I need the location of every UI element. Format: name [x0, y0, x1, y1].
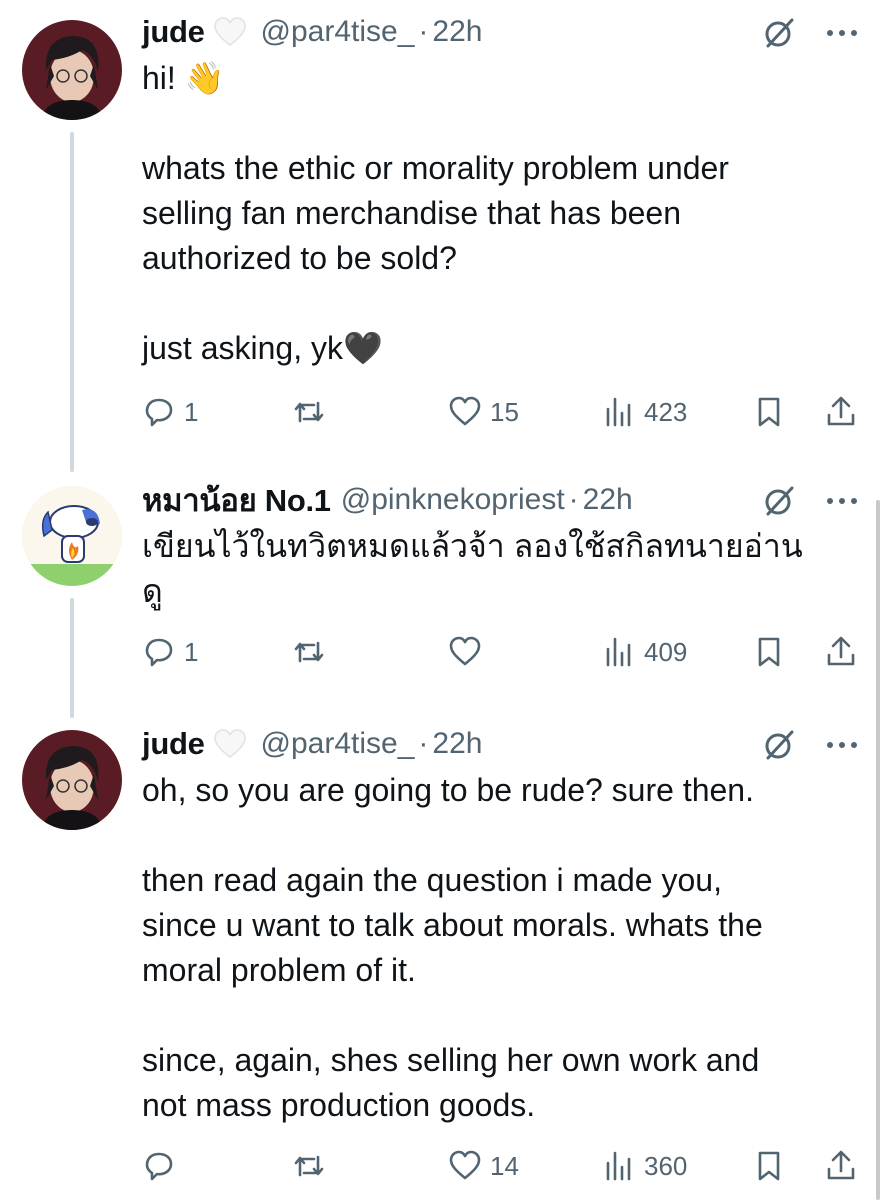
reply-icon [145, 1152, 173, 1181]
heart-icon [449, 636, 481, 666]
views-button[interactable]: 360 [602, 1144, 687, 1188]
white-heart-icon [213, 729, 246, 758]
display-name[interactable]: jude [142, 726, 205, 762]
retweet-icon [294, 641, 324, 663]
share-button[interactable] [824, 630, 858, 674]
reply-button[interactable]: 1 [142, 390, 198, 434]
share-button[interactable] [824, 1144, 858, 1188]
tweet-text: oh, so you are going to be rude? sure th… [142, 772, 763, 1123]
like-button[interactable]: 14 [448, 1144, 519, 1188]
reply-count: 1 [184, 636, 199, 667]
share-button[interactable] [824, 390, 858, 434]
heart-icon [449, 396, 481, 426]
bookmark-icon [758, 397, 780, 427]
reply-button[interactable] [142, 1144, 184, 1188]
tweet-text: hi! 👋 whats the ethic or morality proble… [142, 60, 729, 366]
action-bar: 1 409 [142, 630, 862, 674]
action-bar: 14 360 [142, 1144, 862, 1188]
handle[interactable]: @pinknekopriest [341, 483, 565, 517]
views-button[interactable]: 409 [602, 630, 687, 674]
views-icon [606, 1151, 631, 1181]
tweet-1[interactable]: jude @par4tise_ · 22h hi! 👋 whats the et… [0, 12, 884, 452]
grok-icon[interactable] [762, 728, 796, 762]
like-count: 14 [490, 1150, 519, 1181]
views-count: 409 [644, 636, 688, 667]
retweet-button[interactable] [292, 390, 334, 434]
heart-icon [449, 1150, 481, 1180]
reply-icon [145, 638, 173, 667]
timestamp[interactable]: 22h [583, 483, 633, 517]
retweet-icon [294, 1155, 324, 1177]
like-button[interactable]: 15 [448, 390, 519, 434]
white-heart-icon [213, 17, 246, 46]
display-name[interactable]: jude [142, 14, 205, 50]
views-button[interactable]: 423 [602, 390, 687, 434]
reply-count: 1 [184, 396, 199, 427]
tweet-header: jude @par4tise_ · 22h [142, 12, 482, 52]
tweet-header: jude @par4tise_ · 22h [142, 724, 482, 764]
share-icon [827, 636, 855, 666]
reply-button[interactable]: 1 [142, 630, 198, 674]
separator-dot: · [568, 483, 579, 516]
like-count: 15 [490, 396, 519, 427]
separator-dot: · [418, 15, 429, 48]
tweet-text: เขียนไว้ในทวิตหมดแล้วจ้า ลองใช้สกิลทนายอ… [142, 528, 803, 609]
tweet-3[interactable]: jude @par4tise_ · 22h oh, so you are goi… [0, 724, 884, 1194]
bookmark-button[interactable] [752, 630, 786, 674]
bookmark-icon [758, 637, 780, 667]
display-name[interactable]: หมาน้อย No.1 [142, 475, 331, 525]
bookmark-button[interactable] [752, 1144, 786, 1188]
timestamp[interactable]: 22h [432, 727, 482, 761]
grok-icon[interactable] [762, 484, 796, 518]
handle[interactable]: @par4tise_ [261, 727, 415, 761]
views-count: 360 [644, 1150, 688, 1181]
share-icon [827, 396, 855, 426]
retweet-button[interactable] [292, 630, 334, 674]
views-icon [606, 637, 631, 667]
more-icon[interactable] [822, 16, 862, 50]
views-icon [606, 397, 631, 427]
bookmark-icon [758, 1151, 780, 1181]
grok-icon[interactable] [762, 16, 796, 50]
retweet-button[interactable] [292, 1144, 334, 1188]
reply-icon [145, 398, 173, 427]
retweet-icon [294, 401, 324, 423]
more-icon[interactable] [822, 728, 862, 762]
bookmark-button[interactable] [752, 390, 786, 434]
avatar[interactable] [22, 486, 122, 586]
separator-dot: · [418, 727, 429, 760]
timestamp[interactable]: 22h [432, 15, 482, 49]
like-button[interactable] [448, 630, 490, 674]
views-count: 423 [644, 396, 688, 427]
avatar[interactable] [22, 730, 122, 830]
tweet-header: หมาน้อย No.1 @pinknekopriest · 22h [142, 480, 633, 520]
more-icon[interactable] [822, 484, 862, 518]
handle[interactable]: @par4tise_ [261, 15, 415, 49]
tweet-2[interactable]: หมาน้อย No.1 @pinknekopriest · 22h เขียน… [0, 480, 884, 700]
avatar[interactable] [22, 20, 122, 120]
action-bar: 1 15 423 [142, 390, 862, 434]
share-icon [827, 1150, 855, 1180]
